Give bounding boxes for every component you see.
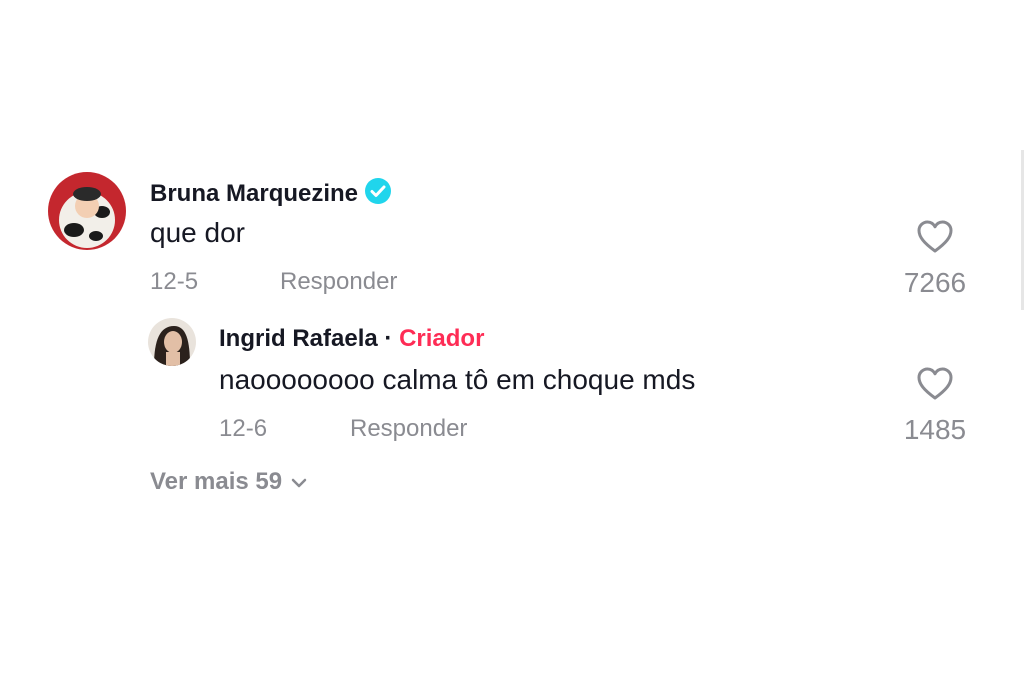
like-count: 1485 <box>903 414 967 445</box>
view-more-replies-button[interactable]: Ver mais 59 <box>150 468 308 496</box>
username-text[interactable]: Bruna Marquezine <box>150 180 358 207</box>
like-button[interactable]: 7266 <box>895 220 975 299</box>
heart-outline-icon[interactable] <box>917 367 953 405</box>
chevron-down-icon[interactable] <box>290 477 308 489</box>
reply-button[interactable]: Responder <box>350 415 467 443</box>
reply-item: Ingrid Rafaela · Criador naoooooooo calm… <box>0 310 1024 450</box>
like-button[interactable]: 1485 <box>895 367 975 446</box>
reply-date: 12-6 <box>219 415 268 442</box>
comment-username[interactable]: Bruna Marquezine <box>150 177 392 212</box>
reply-text: naoooooooo calma tô em choque mds <box>219 364 696 395</box>
reply-button[interactable]: Responder <box>280 268 397 296</box>
comment-date: 12-5 <box>150 268 199 295</box>
creator-badge: Criador <box>399 325 485 352</box>
view-more-label[interactable]: Ver mais 59 <box>150 468 282 495</box>
heart-outline-icon[interactable] <box>917 220 953 258</box>
avatar[interactable] <box>48 172 126 250</box>
comment-item: Bruna Marquezine que dor 12-5 Responder … <box>0 0 1024 310</box>
username-text[interactable]: Ingrid Rafaela <box>219 325 378 352</box>
reply-username[interactable]: Ingrid Rafaela · Criador <box>219 325 484 353</box>
verified-check-icon <box>364 177 392 212</box>
comment-text: que dor <box>150 217 245 248</box>
like-count: 7266 <box>903 267 967 298</box>
avatar[interactable] <box>148 318 196 366</box>
separator-dot: · <box>384 325 393 352</box>
